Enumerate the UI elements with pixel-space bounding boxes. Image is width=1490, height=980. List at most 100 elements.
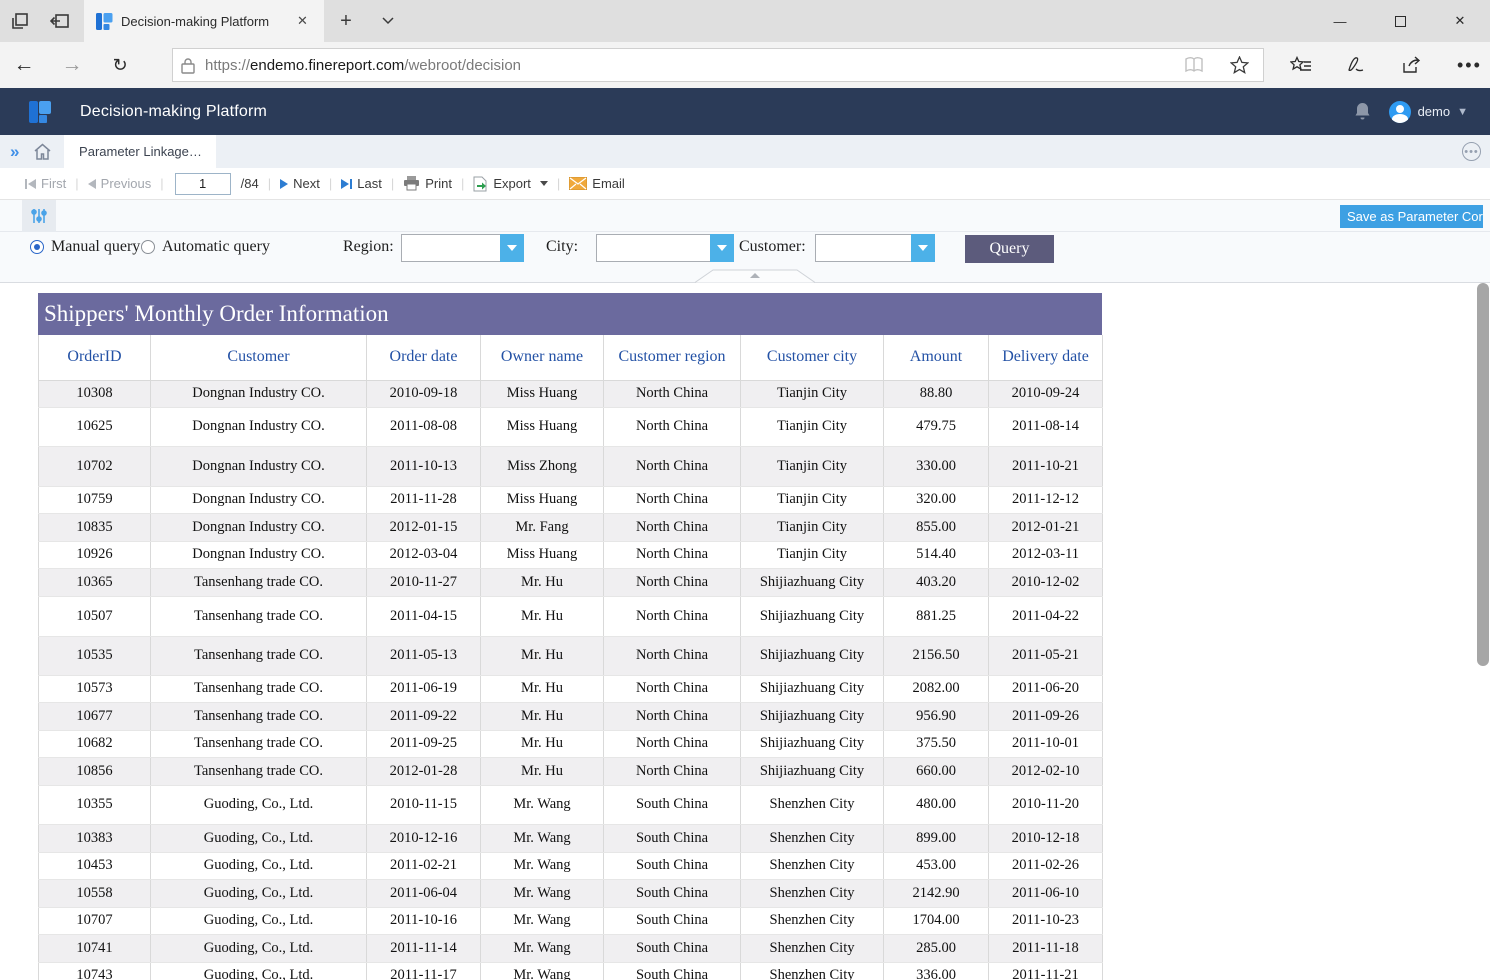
page-number-input[interactable] bbox=[175, 173, 231, 195]
column-header: Customer city bbox=[741, 335, 884, 380]
automatic-query-radio[interactable] bbox=[141, 240, 155, 254]
previous-page-button[interactable]: Previous bbox=[88, 176, 152, 191]
tab-parameter-linkage[interactable]: Parameter Linkage… bbox=[64, 135, 216, 168]
table-cell: Tianjin City bbox=[741, 380, 884, 407]
table-cell: 10308 bbox=[39, 380, 151, 407]
table-cell: 10365 bbox=[39, 568, 151, 596]
minimize-button[interactable]: — bbox=[1310, 0, 1370, 42]
table-cell: 2011-11-28 bbox=[367, 486, 481, 513]
share-icon[interactable] bbox=[1402, 56, 1423, 74]
table-row: 10856Tansenhang trade CO.2012-01-28Mr. H… bbox=[39, 757, 1103, 785]
customer-label: Customer: bbox=[739, 238, 806, 256]
table-cell: Tianjin City bbox=[741, 486, 884, 513]
column-header: Order date bbox=[367, 335, 481, 380]
region-dropdown-arrow-icon bbox=[500, 234, 524, 262]
tab-overflow-icon[interactable]: ••• bbox=[1462, 142, 1481, 161]
table-row: 10743Guoding, Co., Ltd.2011-11-17Mr. Wan… bbox=[39, 962, 1103, 980]
tab-list-chevron-icon[interactable] bbox=[368, 0, 408, 42]
table-cell: Mr. Wang bbox=[481, 785, 604, 824]
table-cell: 330.00 bbox=[884, 446, 989, 486]
favorites-hub-icon[interactable] bbox=[1290, 56, 1312, 74]
query-button[interactable]: Query bbox=[965, 235, 1054, 263]
url-text: https://endemo.finereport.com/webroot/de… bbox=[205, 57, 1184, 74]
table-cell: 2011-06-04 bbox=[367, 879, 481, 907]
table-cell: Miss Huang bbox=[481, 486, 604, 513]
table-cell: South China bbox=[604, 824, 741, 852]
table-row: 10308Dongnan Industry CO.2010-09-18Miss … bbox=[39, 380, 1103, 407]
manual-query-label: Manual query bbox=[51, 238, 140, 256]
maximize-button[interactable] bbox=[1370, 0, 1430, 42]
table-cell: 2011-05-21 bbox=[989, 636, 1103, 675]
table-cell: 88.80 bbox=[884, 380, 989, 407]
platform-nav-bar: » Parameter Linkage… ••• bbox=[0, 135, 1490, 168]
table-cell: Mr. Wang bbox=[481, 879, 604, 907]
app-title: Decision-making Platform bbox=[80, 103, 267, 121]
report-title: Shippers' Monthly Order Information bbox=[38, 293, 1102, 335]
table-row: 10625Dongnan Industry CO.2011-08-08Miss … bbox=[39, 407, 1103, 446]
scrollbar-track[interactable] bbox=[1476, 283, 1490, 980]
table-cell: South China bbox=[604, 934, 741, 962]
last-page-button[interactable]: Last bbox=[341, 176, 382, 191]
user-menu[interactable]: demo ▼ bbox=[1389, 101, 1468, 123]
expand-sidebar-icon[interactable]: » bbox=[10, 142, 19, 162]
table-cell: North China bbox=[604, 675, 741, 702]
parameter-panel: Save as Parameter Cor Manual query Autom… bbox=[0, 200, 1490, 283]
table-cell: 2011-02-21 bbox=[367, 852, 481, 879]
table-cell: 10707 bbox=[39, 907, 151, 934]
table-cell: Tansenhang trade CO. bbox=[151, 757, 367, 785]
reading-view-icon[interactable] bbox=[1184, 57, 1204, 73]
table-cell: South China bbox=[604, 962, 741, 980]
table-cell: Miss Huang bbox=[481, 380, 604, 407]
close-button[interactable]: ✕ bbox=[1430, 0, 1490, 42]
tab-preview-icon[interactable] bbox=[0, 0, 40, 42]
table-cell: 855.00 bbox=[884, 513, 989, 541]
table-cell: Shenzhen City bbox=[741, 907, 884, 934]
table-cell: 10835 bbox=[39, 513, 151, 541]
browser-action-icons: ••• bbox=[1290, 55, 1482, 76]
table-cell: 375.50 bbox=[884, 730, 989, 757]
export-button[interactable]: Export bbox=[473, 176, 548, 192]
table-cell: 10355 bbox=[39, 785, 151, 824]
table-cell: South China bbox=[604, 879, 741, 907]
browser-tab[interactable]: Decision-making Platform ✕ bbox=[84, 0, 324, 42]
email-button[interactable]: Email bbox=[569, 176, 625, 191]
table-cell: Mr. Wang bbox=[481, 907, 604, 934]
collapse-panel-handle[interactable] bbox=[695, 269, 815, 283]
table-cell: 2010-12-02 bbox=[989, 568, 1103, 596]
first-page-button[interactable]: First bbox=[25, 176, 66, 191]
table-row: 10835Dongnan Industry CO.2012-01-15Mr. F… bbox=[39, 513, 1103, 541]
customer-dropdown[interactable] bbox=[815, 234, 935, 262]
region-dropdown[interactable] bbox=[401, 234, 524, 262]
parameter-filter-icon[interactable] bbox=[22, 200, 56, 232]
table-row: 10507Tansenhang trade CO.2011-04-15Mr. H… bbox=[39, 596, 1103, 636]
table-cell: 10682 bbox=[39, 730, 151, 757]
table-cell: 2142.90 bbox=[884, 879, 989, 907]
favorite-star-icon[interactable] bbox=[1230, 56, 1249, 74]
manual-query-radio[interactable] bbox=[30, 240, 44, 254]
table-cell: Mr. Wang bbox=[481, 962, 604, 980]
set-tabs-aside-icon[interactable] bbox=[40, 0, 80, 42]
table-cell: 514.40 bbox=[884, 541, 989, 568]
column-header: Delivery date bbox=[989, 335, 1103, 380]
address-bar[interactable]: https://endemo.finereport.com/webroot/de… bbox=[172, 48, 1264, 82]
save-parameter-button[interactable]: Save as Parameter Cor bbox=[1340, 205, 1483, 228]
table-row: 10707Guoding, Co., Ltd.2011-10-16Mr. Wan… bbox=[39, 907, 1103, 934]
scrollbar-thumb[interactable] bbox=[1477, 283, 1489, 666]
annotate-pen-icon[interactable] bbox=[1346, 56, 1368, 74]
table-cell: Mr. Wang bbox=[481, 934, 604, 962]
back-button[interactable]: ← bbox=[0, 53, 48, 77]
home-icon[interactable] bbox=[33, 143, 52, 161]
print-button[interactable]: Print bbox=[403, 176, 452, 191]
notification-bell-icon[interactable] bbox=[1354, 102, 1371, 121]
table-cell: 660.00 bbox=[884, 757, 989, 785]
city-dropdown[interactable] bbox=[596, 234, 734, 262]
table-cell: 2011-02-26 bbox=[989, 852, 1103, 879]
more-options-icon[interactable]: ••• bbox=[1457, 55, 1482, 76]
refresh-button[interactable]: ↻ bbox=[96, 55, 144, 76]
report-toolbar: First | Previous | /84 | Next | Last | P… bbox=[0, 168, 1490, 200]
new-tab-button[interactable]: + bbox=[324, 0, 368, 42]
tab-close-icon[interactable]: ✕ bbox=[297, 13, 308, 29]
table-cell: North China bbox=[604, 446, 741, 486]
forward-button[interactable]: → bbox=[48, 53, 96, 77]
next-page-button[interactable]: Next bbox=[280, 176, 320, 191]
